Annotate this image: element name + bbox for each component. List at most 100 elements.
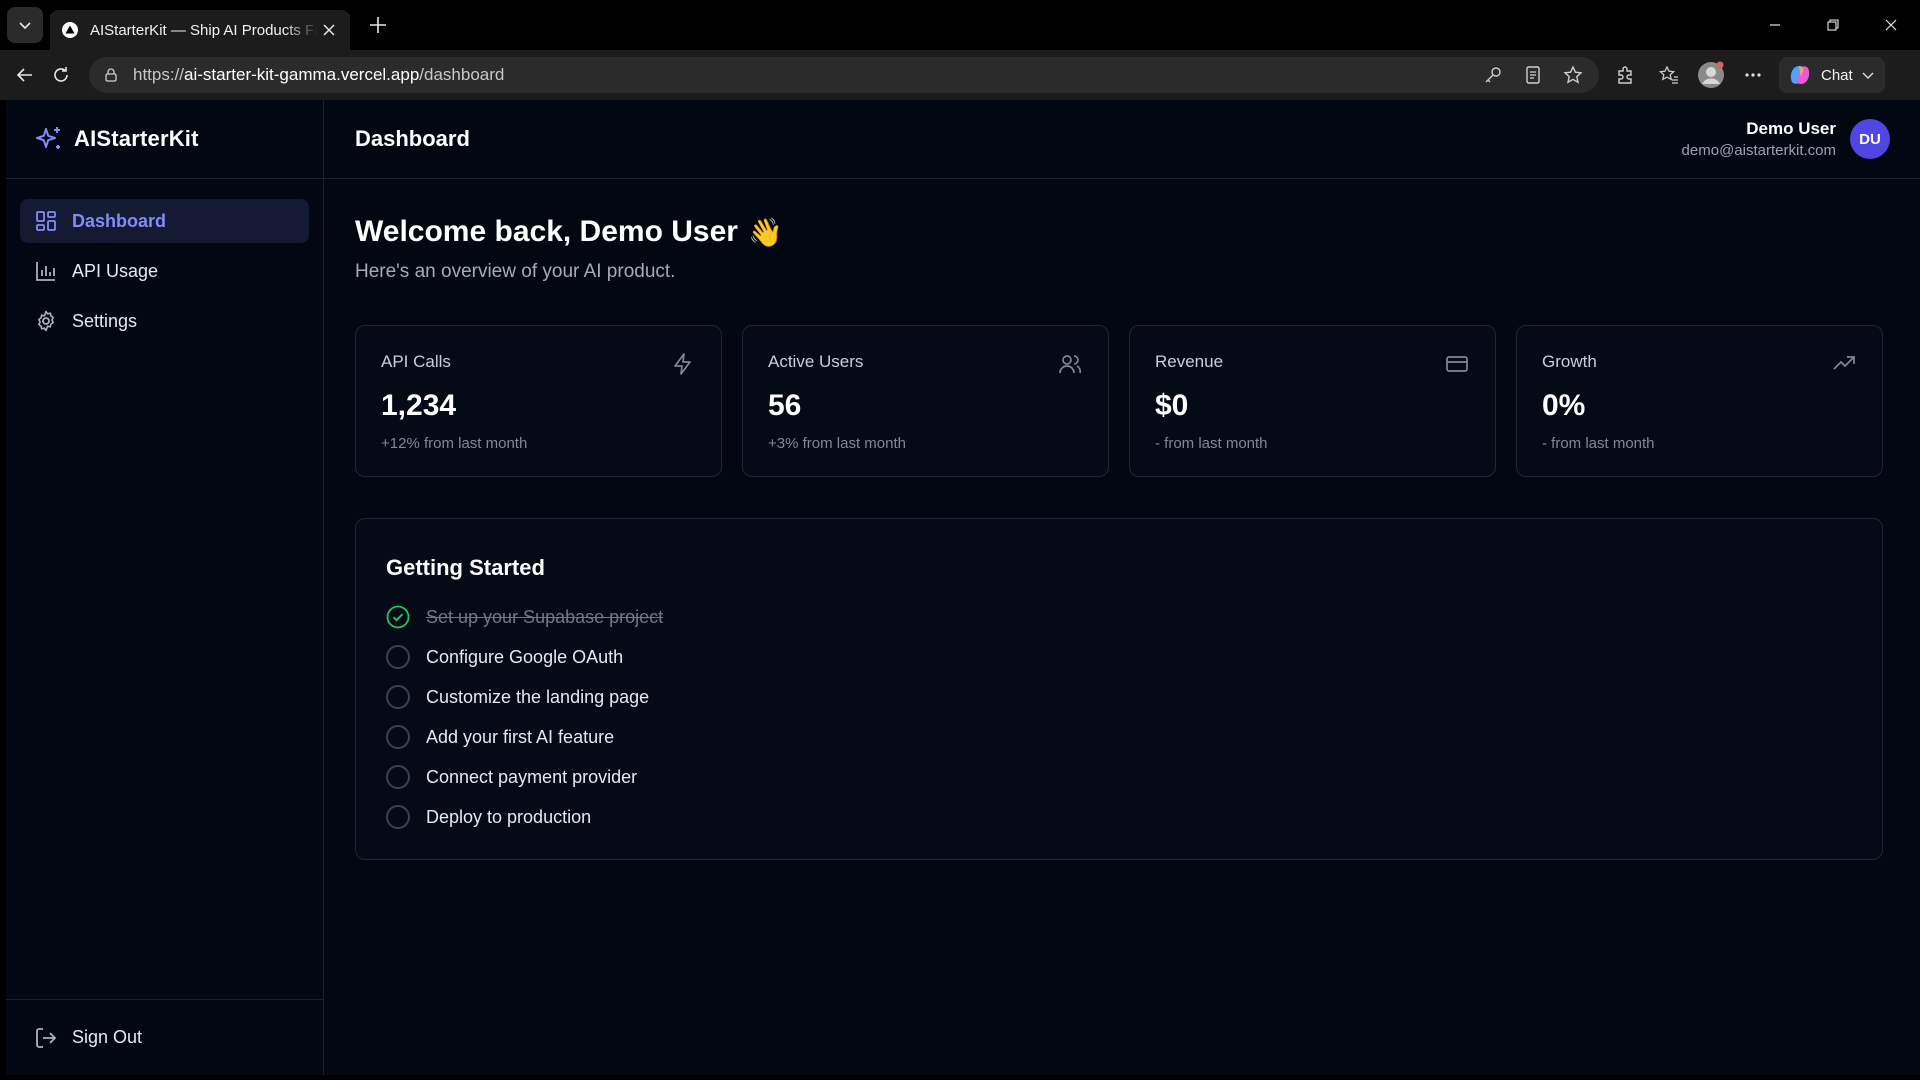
stat-card-revenue: Revenue $0 - from last month — [1129, 325, 1496, 477]
task-label: Set up your Supabase project — [426, 606, 664, 627]
task-item-google-oauth[interactable]: Configure Google OAuth — [386, 637, 1852, 677]
stat-label: API Calls — [381, 352, 451, 371]
vercel-triangle-icon — [62, 22, 78, 38]
avatar[interactable]: DU — [1850, 119, 1890, 159]
empty-circle-icon[interactable] — [386, 725, 410, 749]
browser-toolbar: https://ai-starter-kit-gamma.vercel.app/… — [0, 50, 1920, 100]
sidebar-footer: Sign Out — [6, 999, 324, 1075]
task-item-deploy[interactable]: Deploy to production — [386, 797, 1852, 837]
browser-tab-active[interactable]: AIStarterKit — Ship AI Products Fast — [50, 10, 350, 50]
reading-mode-icon — [1526, 66, 1540, 84]
close-window-button[interactable] — [1862, 0, 1920, 50]
empty-circle-icon[interactable] — [386, 685, 410, 709]
copilot-icon — [1790, 66, 1810, 84]
sign-out-button[interactable]: Sign Out — [34, 1026, 142, 1050]
waving-hand-emoji: 👋 — [747, 216, 783, 248]
empty-circle-icon[interactable] — [386, 645, 410, 669]
profile-avatar-icon — [1698, 61, 1724, 88]
stats-grid: API Calls 1,234 +12% from last month Act… — [355, 325, 1890, 477]
app-window: AIStarterKit Dashboard API Usage Setting… — [6, 100, 1920, 1075]
stat-label: Active Users — [768, 352, 864, 371]
extensions-button[interactable] — [1607, 57, 1643, 93]
sidebar-item-label: API Usage — [72, 260, 159, 281]
password-key-button[interactable] — [1475, 57, 1511, 93]
user-menu[interactable]: Demo User demo@aistarterkit.com DU — [1682, 119, 1890, 159]
stat-change: +3% from last month — [768, 435, 906, 452]
stat-label: Revenue — [1155, 352, 1224, 371]
task-item-payment[interactable]: Connect payment provider — [386, 757, 1852, 797]
sparkles-icon — [36, 127, 60, 149]
key-icon — [1485, 67, 1501, 83]
plus-icon — [370, 17, 386, 33]
page-header: Dashboard Demo User demo@aistarterkit.co… — [324, 100, 1920, 179]
stat-change: - from last month — [1155, 435, 1268, 452]
window-controls — [1746, 0, 1920, 50]
sidebar-item-dashboard[interactable]: Dashboard — [20, 199, 309, 243]
sidebar: AIStarterKit Dashboard API Usage Setting… — [6, 100, 324, 1075]
user-email: demo@aistarterkit.com — [1681, 142, 1836, 159]
bar-chart-icon — [36, 262, 55, 281]
zap-icon — [674, 353, 691, 375]
minimize-button[interactable] — [1746, 0, 1804, 50]
credit-card-icon — [1446, 356, 1468, 372]
favorite-star-button[interactable] — [1555, 57, 1591, 93]
stat-card-growth: Growth 0% - from last month — [1516, 325, 1883, 477]
brand-name: AIStarterKit — [74, 126, 199, 151]
trending-up-icon — [1833, 356, 1855, 370]
task-label: Configure Google OAuth — [426, 646, 624, 667]
back-button[interactable] — [7, 57, 43, 93]
sidebar-item-label: Settings — [72, 310, 138, 331]
user-info: Demo User demo@aistarterkit.com — [1682, 119, 1836, 159]
page-title: Dashboard — [355, 126, 470, 151]
check-circle-icon[interactable] — [386, 605, 410, 629]
minimize-icon — [1770, 24, 1780, 26]
restore-icon — [1827, 19, 1839, 31]
task-label: Add your first AI feature — [426, 726, 615, 747]
sidebar-item-settings[interactable]: Settings — [20, 299, 309, 343]
restore-button[interactable] — [1804, 0, 1862, 50]
sign-out-label: Sign Out — [72, 1027, 143, 1047]
reading-mode-button[interactable] — [1515, 57, 1551, 93]
stat-change: +12% from last month — [381, 435, 528, 452]
arrow-left-icon — [16, 68, 32, 82]
favorites-button[interactable] — [1651, 57, 1687, 93]
sidebar-item-label: Dashboard — [72, 210, 167, 231]
new-tab-button[interactable] — [360, 7, 396, 43]
task-item-landing-page[interactable]: Customize the landing page — [386, 677, 1852, 717]
task-item-supabase[interactable]: Set up your Supabase project — [386, 597, 1852, 637]
tab-list-button[interactable] — [7, 7, 43, 43]
main-content: Dashboard Demo User demo@aistarterkit.co… — [324, 100, 1920, 1075]
favorites-list-icon — [1659, 65, 1678, 84]
task-item-ai-feature[interactable]: Add your first AI feature — [386, 717, 1852, 757]
welcome-subtitle: Here's an overview of your AI product. — [355, 261, 676, 282]
layout-grid-icon — [36, 211, 56, 231]
address-bar[interactable]: https://ai-starter-kit-gamma.vercel.app/… — [89, 57, 1599, 93]
gear-icon — [38, 310, 54, 332]
close-icon — [1885, 19, 1897, 31]
stat-value: $0 — [1155, 389, 1189, 422]
sidebar-item-api-usage[interactable]: API Usage — [20, 249, 309, 293]
profile-button[interactable] — [1693, 57, 1729, 93]
brand[interactable]: AIStarterKit — [6, 100, 323, 179]
copilot-chat-button[interactable]: Chat — [1779, 57, 1885, 93]
url-text: https://ai-starter-kit-gamma.vercel.app/… — [133, 65, 505, 84]
close-icon — [323, 24, 335, 36]
getting-started-card: Getting Started Set up your Supabase pro… — [355, 518, 1883, 860]
task-label: Connect payment provider — [426, 766, 638, 787]
log-out-icon — [36, 1027, 57, 1048]
user-name: Demo User — [1746, 119, 1836, 138]
empty-circle-icon[interactable] — [386, 805, 410, 829]
tab-close-button[interactable] — [318, 19, 340, 41]
task-list: Set up your Supabase project Configure G… — [386, 597, 1852, 837]
star-icon — [1563, 65, 1583, 84]
stat-value: 1,234 — [381, 389, 457, 422]
welcome-heading: Welcome back, Demo User 👋 — [355, 215, 1890, 249]
getting-started-title: Getting Started — [386, 555, 545, 580]
browser-tab-strip: AIStarterKit — Ship AI Products Fast — [0, 0, 1920, 50]
stat-value: 0% — [1542, 389, 1586, 422]
welcome-title: Welcome back, Demo User — [355, 215, 738, 248]
more-menu-button[interactable] — [1735, 57, 1771, 93]
users-icon — [1059, 355, 1082, 374]
empty-circle-icon[interactable] — [386, 765, 410, 789]
reload-button[interactable] — [43, 57, 79, 93]
